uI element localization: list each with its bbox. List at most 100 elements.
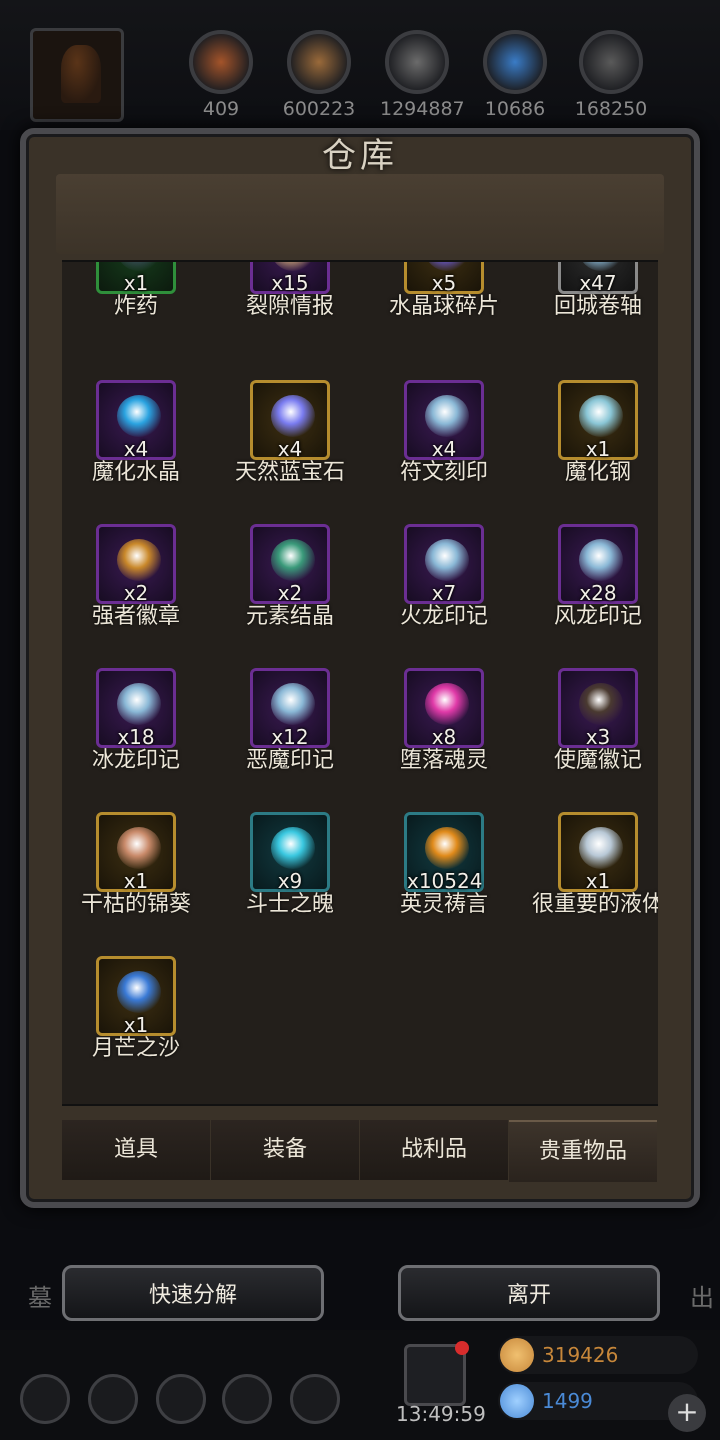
item-quantity: x4 <box>277 437 303 461</box>
panel-header-band <box>56 174 664 254</box>
tab-2[interactable]: 战利品 <box>360 1120 508 1180</box>
bomb-icon <box>117 262 161 271</box>
inventory-item[interactable]: x3 使魔徽记 <box>523 668 658 788</box>
item-quantity: x1 <box>123 1013 149 1037</box>
gold-coin-icon <box>500 1338 534 1372</box>
item-slot: x4 <box>96 380 176 461</box>
resource-bar: 409 600223 1294887 10686 168250 <box>0 0 720 130</box>
item-slot: x7 <box>404 524 484 605</box>
inventory-item[interactable]: x1 干枯的锦葵 <box>62 812 211 932</box>
item-quantity: x5 <box>431 271 457 295</box>
resource-2[interactable]: 1294887 <box>380 30 465 120</box>
item-slot: x5 <box>404 262 484 295</box>
item-slot: x15 <box>250 262 330 295</box>
player-portrait[interactable] <box>30 28 124 122</box>
tab-0[interactable]: 道具 <box>62 1120 210 1180</box>
item-slot: x8 <box>404 668 484 749</box>
item-slot: x1 <box>558 380 638 461</box>
gift-box-button[interactable] <box>404 1341 469 1406</box>
item-slot: x28 <box>558 524 638 605</box>
settings-icon[interactable] <box>20 1374 70 1424</box>
inventory-item[interactable]: x1 月芒之沙 <box>62 956 211 1076</box>
item-quantity: x10524 <box>407 869 483 893</box>
resource-value: 168250 <box>574 98 648 120</box>
rank-icon[interactable] <box>156 1374 206 1424</box>
item-slot: x10524 <box>404 812 484 893</box>
quick-decompose-button[interactable]: 快速分解 <box>62 1265 324 1321</box>
leave-button[interactable]: 离开 <box>398 1265 660 1321</box>
sand-pile-icon <box>117 971 161 1013</box>
item-slot: x1 <box>96 262 176 295</box>
side-label-left: 墓 <box>28 1284 52 1312</box>
inventory-item[interactable]: x15 裂隙情报 <box>215 262 365 334</box>
tab-3[interactable]: 贵重物品 <box>509 1120 657 1182</box>
inventory-item[interactable]: x28 风龙印记 <box>523 524 658 644</box>
dark-mark-icon <box>579 683 623 725</box>
item-quantity: x2 <box>277 581 303 605</box>
item-quantity: x3 <box>585 725 611 749</box>
stone-icon <box>385 30 449 94</box>
inventory-item[interactable]: x18 冰龙印记 <box>62 668 211 788</box>
gem-amount: 1499 <box>542 1389 593 1413</box>
gold-counter: 319426 <box>498 1336 698 1374</box>
item-quantity: x8 <box>431 725 457 749</box>
crystal-icon <box>483 30 547 94</box>
inventory-item[interactable]: x8 堕落魂灵 <box>369 668 519 788</box>
item-slot: x1 <box>558 812 638 893</box>
footer-bar: 13:49:59 319426 1499 + <box>0 1330 720 1440</box>
gem-icon <box>500 1384 534 1418</box>
resource-4[interactable]: 168250 <box>574 30 648 120</box>
inventory-item[interactable]: x2 强者徽章 <box>62 524 211 644</box>
inventory-item[interactable]: x4 符文刻印 <box>369 380 519 500</box>
inventory-item[interactable]: x2 元素结晶 <box>215 524 365 644</box>
swirl-icon <box>117 683 161 725</box>
item-slot: x2 <box>96 524 176 605</box>
item-quantity: x15 <box>271 271 309 295</box>
inventory-item[interactable]: x1 炸药 <box>62 262 211 334</box>
inventory-item[interactable]: x10524 英灵祷言 <box>369 812 519 932</box>
item-grid[interactable]: x1 炸药 x15 裂隙情报 x5 水晶球碎片 x47 回城卷轴 x4 魔化水晶 x4 天然蓝宝石 x4… <box>62 260 658 1106</box>
resource-value: 1294887 <box>380 98 465 120</box>
crystal-shard-icon <box>425 262 469 271</box>
item-slot: x12 <box>250 668 330 749</box>
add-currency-icon[interactable]: + <box>668 1394 706 1432</box>
inventory-item[interactable]: x1 很重要的液体 <box>523 812 658 932</box>
item-quantity: x7 <box>431 581 457 605</box>
item-slot: x2 <box>250 524 330 605</box>
inventory-item[interactable]: x7 火龙印记 <box>369 524 519 644</box>
steel-ingot-icon <box>579 395 623 437</box>
inventory-item[interactable]: x12 恶魔印记 <box>215 668 365 788</box>
achievement-icon[interactable] <box>88 1374 138 1424</box>
item-quantity: x9 <box>277 869 303 893</box>
inventory-item[interactable]: x47 回城卷轴 <box>523 262 658 334</box>
notification-dot-icon <box>455 1341 469 1355</box>
warehouse-panel: 仓库 x1 炸药 x15 裂隙情报 x5 水晶球碎片 x47 回城卷轴 x4 魔化水晶 x4 天然蓝宝… <box>20 128 700 1208</box>
resource-1[interactable]: 600223 <box>282 30 356 120</box>
mail-icon[interactable] <box>222 1374 272 1424</box>
item-quantity: x1 <box>585 869 611 893</box>
guild-icon[interactable] <box>290 1374 340 1424</box>
item-quantity: x1 <box>585 437 611 461</box>
swirl-icon <box>579 539 623 581</box>
inventory-item[interactable]: x5 水晶球碎片 <box>369 262 519 334</box>
blue-crystal-icon <box>117 395 161 437</box>
item-slot: x47 <box>558 262 638 295</box>
resource-3[interactable]: 10686 <box>478 30 552 120</box>
badge-icon <box>117 539 161 581</box>
inventory-item[interactable]: x4 魔化水晶 <box>62 380 211 500</box>
gold-amount: 319426 <box>542 1343 619 1367</box>
resource-value: 10686 <box>484 98 546 120</box>
inventory-item[interactable]: x9 斗士之魄 <box>215 812 365 932</box>
item-slot: x1 <box>96 812 176 893</box>
item-quantity: x2 <box>123 581 149 605</box>
tab-1[interactable]: 装备 <box>211 1120 359 1180</box>
inventory-item[interactable]: x4 天然蓝宝石 <box>215 380 365 500</box>
item-quantity: x4 <box>431 437 457 461</box>
sapphire-icon <box>271 395 315 437</box>
resource-0[interactable]: 409 <box>184 30 258 120</box>
inventory-item[interactable]: x1 魔化钢 <box>523 380 658 500</box>
item-slot: x4 <box>404 380 484 461</box>
item-quantity: x12 <box>271 725 309 749</box>
gift-timer: 13:49:59 <box>396 1402 486 1426</box>
resource-value: 409 <box>202 98 240 120</box>
